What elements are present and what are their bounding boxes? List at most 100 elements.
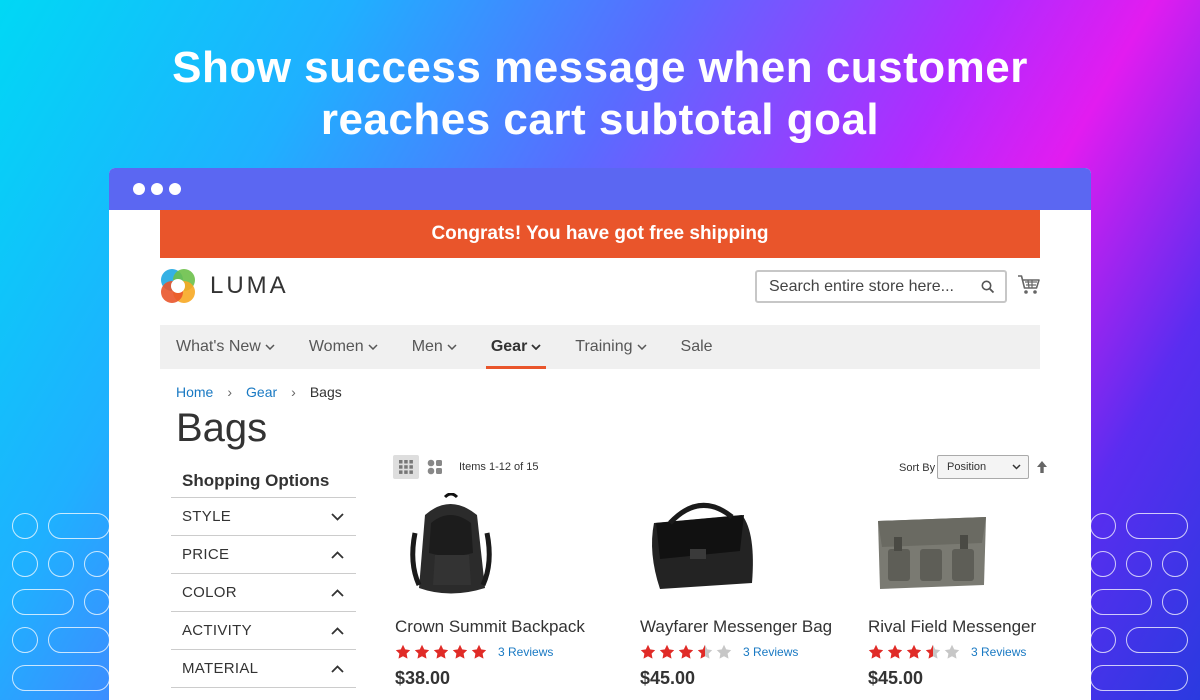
items-count: Items 1-12 of 15: [459, 461, 539, 473]
product-image-field-messenger[interactable]: [868, 493, 1078, 605]
star-icon: [697, 644, 713, 659]
shopping-options-sidebar: Shopping Options STYLE PRICE COLOR ACTIV…: [171, 468, 356, 688]
star-icon: [944, 644, 960, 659]
star-icon: [452, 644, 468, 659]
browser-title-bar: [109, 168, 1091, 210]
hero-title-line-2: reaches cart subtotal goal: [320, 95, 880, 144]
sort-by-select[interactable]: Position: [937, 455, 1029, 479]
star-icon: [640, 644, 656, 659]
hero-title-line-1: Show success message when customer: [172, 43, 1028, 92]
chevron-down-icon: [447, 344, 457, 350]
star-icon: [887, 644, 903, 659]
filter-style[interactable]: STYLE: [171, 498, 356, 536]
star-icon: [678, 644, 694, 659]
nav-item-label: Sale: [680, 338, 713, 355]
browser-window: Congrats! You have got free shipping LUM…: [109, 168, 1091, 700]
nav-item-gear[interactable]: Gear: [485, 325, 547, 369]
nav-item-label: What's New: [176, 338, 261, 355]
chevron-down-icon: [1012, 464, 1021, 470]
grid-view-button[interactable]: [393, 455, 419, 479]
chevron-down-icon: [531, 344, 541, 350]
list-view-button[interactable]: [422, 455, 448, 479]
window-dot-icon: [151, 183, 163, 195]
sort-by-label: Sort By: [899, 462, 936, 474]
nav-item-label: Gear: [490, 338, 528, 355]
product-item: Rival Field Messenger 3 Reviews $45.00: [868, 493, 1078, 689]
nav-item-label: Training: [575, 338, 633, 355]
nav-item-whats-new[interactable]: What's New: [176, 325, 275, 369]
list-icon: [427, 459, 442, 475]
star-icon: [433, 644, 449, 659]
chevron-down-icon: [636, 344, 647, 350]
window-dot-icon: [133, 183, 145, 195]
star-icon: [659, 644, 675, 659]
rating-stars: [395, 644, 490, 660]
product-image-backpack[interactable]: [395, 492, 605, 605]
filter-label: COLOR: [182, 584, 237, 601]
products-toolbar: Items 1-12 of 15 Sort By Position: [393, 455, 1049, 481]
reviews-link[interactable]: 3 Reviews: [743, 645, 798, 659]
luma-logo[interactable]: LUMA: [160, 268, 289, 304]
filter-material[interactable]: MATERIAL: [171, 650, 356, 688]
nav-item-label: Men: [411, 338, 443, 355]
breadcrumb: Home › Gear › Bags: [176, 384, 342, 400]
filter-label: MATERIAL: [182, 660, 259, 677]
filter-label: ACTIVITY: [182, 622, 252, 639]
product-rating: 3 Reviews: [868, 644, 1078, 660]
nav-item-sale[interactable]: Sale: [681, 325, 713, 369]
hero-title: Show success message when customer reach…: [0, 42, 1200, 146]
shopping-options-title: Shopping Options: [171, 468, 356, 498]
filter-label: STYLE: [182, 508, 232, 525]
filter-color[interactable]: COLOR: [171, 574, 356, 612]
nav-item-men[interactable]: Men: [412, 325, 457, 369]
product-rating: 3 Reviews: [395, 644, 605, 660]
filter-price[interactable]: PRICE: [171, 536, 356, 574]
star-icon: [395, 644, 411, 659]
product-name[interactable]: Rival Field Messenger: [868, 617, 1078, 637]
search-box: [755, 270, 1007, 303]
star-icon: [471, 644, 487, 659]
chevron-up-icon: [331, 664, 344, 673]
main-navigation: What's New Women Men Gear Training Sale: [160, 325, 1040, 369]
chevron-up-icon: [331, 550, 344, 559]
reviews-link[interactable]: 3 Reviews: [498, 645, 553, 659]
search-icon[interactable]: [981, 280, 995, 299]
product-item: Crown Summit Backpack 3 Reviews $38.00: [395, 492, 605, 689]
window-dot-icon: [169, 183, 181, 195]
grid-icon: [399, 460, 413, 474]
chevron-up-icon: [331, 626, 344, 635]
product-name[interactable]: Wayfarer Messenger Bag: [640, 617, 850, 637]
product-image-messenger-bag[interactable]: [640, 493, 850, 605]
product-price: $45.00: [640, 668, 696, 688]
cart-icon[interactable]: [1017, 274, 1041, 301]
sort-by-value: Position: [947, 461, 987, 473]
product-name[interactable]: Crown Summit Backpack: [395, 617, 605, 637]
product-price: $45.00: [868, 668, 924, 688]
nav-item-women[interactable]: Women: [309, 325, 378, 369]
background-decoration-right: [1090, 505, 1200, 700]
chevron-right-icon: ›: [227, 384, 233, 400]
reviews-link[interactable]: 3 Reviews: [971, 645, 1026, 659]
chevron-right-icon: ›: [291, 384, 296, 400]
luma-logo-icon: [160, 268, 196, 304]
star-icon: [868, 644, 884, 659]
breadcrumb-gear-link[interactable]: Gear: [246, 384, 277, 400]
breadcrumb-home-link[interactable]: Home: [176, 384, 213, 400]
search-input[interactable]: [769, 277, 969, 296]
chevron-down-icon: [331, 512, 344, 521]
nav-item-training[interactable]: Training: [575, 325, 647, 369]
rating-stars: [868, 644, 963, 660]
chevron-up-icon: [331, 588, 344, 597]
chevron-down-icon: [265, 344, 275, 350]
sort-direction-arrow-up-icon[interactable]: [1036, 460, 1048, 479]
filter-activity[interactable]: ACTIVITY: [171, 612, 356, 650]
page-title: Bags: [176, 406, 268, 450]
free-shipping-success-message: Congrats! You have got free shipping: [160, 210, 1040, 258]
product-rating: 3 Reviews: [640, 644, 850, 660]
filter-label: PRICE: [182, 546, 230, 563]
star-icon: [925, 644, 941, 659]
luma-logo-text: LUMA: [210, 272, 289, 299]
star-icon: [906, 644, 922, 659]
product-item: Wayfarer Messenger Bag 3 Reviews $45.00: [640, 493, 850, 689]
star-icon: [414, 644, 430, 659]
